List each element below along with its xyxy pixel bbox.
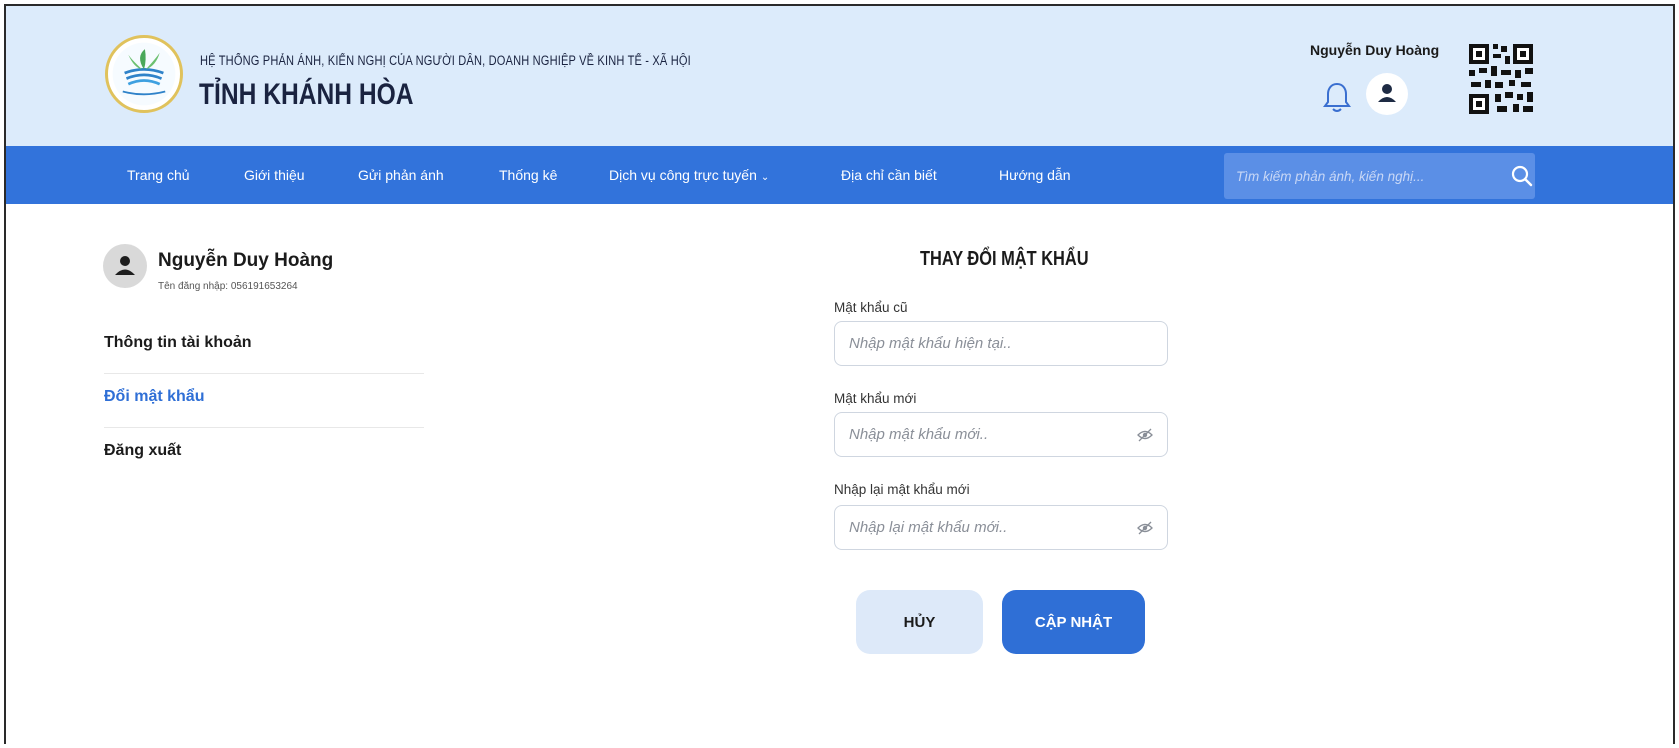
new-password-label: Mật khẩu mới bbox=[834, 391, 917, 406]
chevron-down-icon: ⌄ bbox=[760, 172, 770, 183]
form-title: THAY ĐỔI MẬT KHẨU bbox=[920, 248, 1089, 270]
qr-code-icon[interactable] bbox=[1467, 42, 1535, 116]
site-subtitle: HỆ THỐNG PHẢN ÁNH, KIẾN NGHỊ CỦA NGƯỜI D… bbox=[200, 53, 691, 68]
header-avatar[interactable] bbox=[1366, 73, 1408, 115]
search-input[interactable] bbox=[1236, 153, 1486, 199]
old-password-label: Mật khẩu cũ bbox=[834, 300, 908, 315]
old-password-field bbox=[834, 321, 1168, 366]
user-icon bbox=[115, 256, 135, 275]
new-password-input[interactable] bbox=[849, 413, 1129, 456]
user-icon bbox=[1378, 84, 1396, 102]
browser-frame: HỆ THỐNG PHẢN ÁNH, KIẾN NGHỊ CỦA NGƯỜI D… bbox=[4, 4, 1675, 744]
bell-icon[interactable] bbox=[1322, 80, 1352, 114]
site-logo[interactable] bbox=[105, 35, 183, 113]
update-button[interactable]: CẬP NHẬT bbox=[1002, 590, 1145, 654]
nav-home[interactable]: Trang chủ bbox=[127, 146, 190, 204]
sidebar-logout[interactable]: Đăng xuất bbox=[104, 442, 181, 460]
profile-name: Nguyễn Duy Hoàng bbox=[158, 250, 334, 271]
confirm-password-input[interactable] bbox=[849, 506, 1129, 549]
new-password-field bbox=[834, 412, 1168, 457]
old-password-input[interactable] bbox=[849, 322, 1129, 365]
profile-login-id: Tên đăng nhập: 056191653264 bbox=[158, 281, 298, 292]
nav-online-services-label: Dịch vụ công trực tuyến bbox=[609, 167, 757, 183]
search-box bbox=[1224, 153, 1535, 199]
nav-about[interactable]: Giới thiệu bbox=[244, 146, 305, 204]
search-icon[interactable] bbox=[1510, 164, 1534, 188]
confirm-password-field bbox=[834, 505, 1168, 550]
eye-off-icon[interactable] bbox=[1137, 428, 1153, 442]
confirm-password-label: Nhập lại mật khẩu mới bbox=[834, 482, 970, 497]
sidebar-account-info[interactable]: Thông tin tài khoản bbox=[104, 334, 252, 352]
sidebar-divider bbox=[104, 427, 424, 428]
header-user-name[interactable]: Nguyễn Duy Hoàng bbox=[1310, 42, 1439, 58]
profile-avatar bbox=[103, 244, 147, 288]
sidebar-divider bbox=[104, 373, 424, 374]
site-header: HỆ THỐNG PHẢN ÁNH, KIẾN NGHỊ CỦA NGƯỜI D… bbox=[6, 6, 1673, 146]
sidebar-change-password[interactable]: Đổi mật khẩu bbox=[104, 388, 204, 406]
cancel-button[interactable]: HỦY bbox=[856, 590, 983, 654]
logo-icon bbox=[112, 42, 176, 106]
site-title[interactable]: TỈNH KHÁNH HÒA bbox=[199, 78, 414, 112]
nav-submit-feedback[interactable]: Gửi phản ánh bbox=[358, 146, 444, 204]
nav-online-services[interactable]: Dịch vụ công trực tuyến ⌄ bbox=[609, 146, 769, 204]
nav-statistics[interactable]: Thống kê bbox=[499, 146, 557, 204]
nav-guide[interactable]: Hướng dẫn bbox=[999, 146, 1070, 204]
nav-useful-addresses[interactable]: Địa chỉ cần biết bbox=[841, 146, 937, 204]
eye-off-icon[interactable] bbox=[1137, 521, 1153, 535]
